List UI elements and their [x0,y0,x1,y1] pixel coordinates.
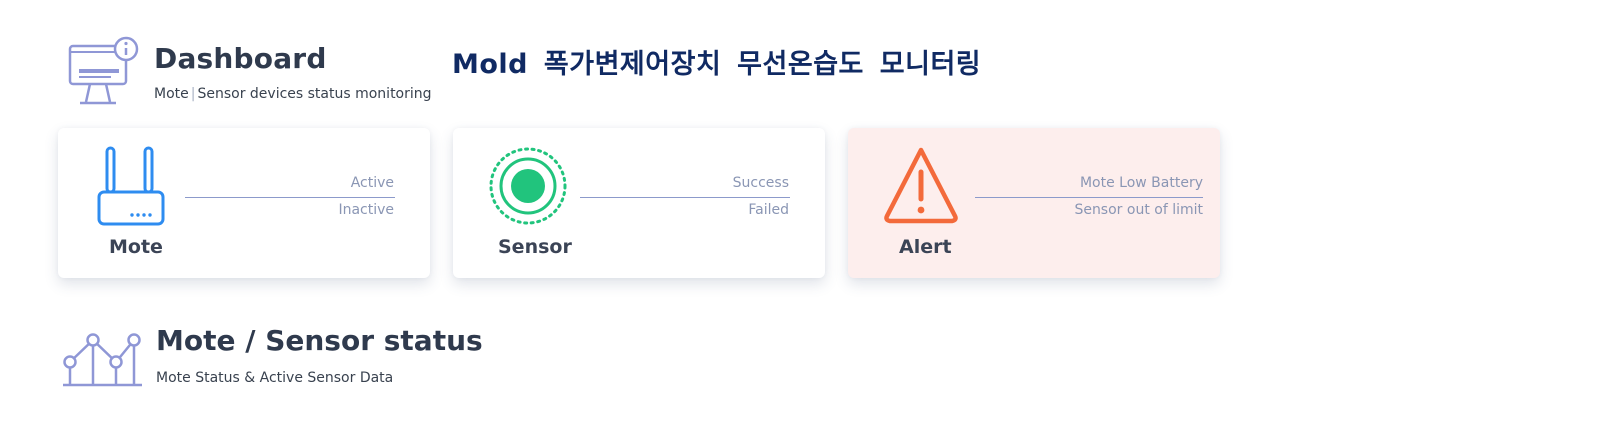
warning-triangle-icon [884,147,958,224]
mote-card-divider [185,197,395,198]
status-section-title: Mote / Sensor status [156,324,483,357]
sensor-card[interactable]: Sensor Success Failed [453,128,825,278]
line-chart-icon [63,333,142,387]
mote-low-battery-label: Mote Low Battery [1079,175,1203,191]
alert-card-label: Alert [899,236,952,258]
router-icon [97,146,165,226]
mote-inactive-label: Inactive [338,202,394,218]
status-section-subtitle: Mote Status & Active Sensor Data [156,370,394,386]
mote-active-label: Active [350,175,394,191]
alert-card[interactable]: Alert Mote Low Battery Sensor out of lim… [848,128,1220,278]
mote-card[interactable]: Mote Active Inactive [58,128,430,278]
subtitle-separator: | [190,86,196,102]
main-title: Mold 폭가변제어장치 무선온습도 모니터링 [452,49,982,80]
presentation-board-icon [68,36,139,105]
dashboard-header: Dashboard Mote | Sensor devices status mon… [64,36,464,116]
page-title: Dashboard [154,42,327,75]
sensor-success-label: Success [732,175,789,191]
sensor-failed-label: Failed [748,202,789,218]
page-subtitle: Mote | Sensor devices status monitoring [154,86,432,102]
subtitle-description: Sensor devices status monitoring [197,86,432,102]
sensor-out-of-limit-label: Sensor out of limit [1074,202,1203,218]
subtitle-mote: Mote [154,86,189,102]
alert-card-divider [975,197,1203,198]
status-section-header: Mote / Sensor status Mote Status & Activ… [62,324,483,390]
mote-card-label: Mote [109,236,163,258]
sensor-card-divider [580,197,790,198]
sensor-card-label: Sensor [498,236,572,258]
sensor-dot-icon [489,147,567,225]
